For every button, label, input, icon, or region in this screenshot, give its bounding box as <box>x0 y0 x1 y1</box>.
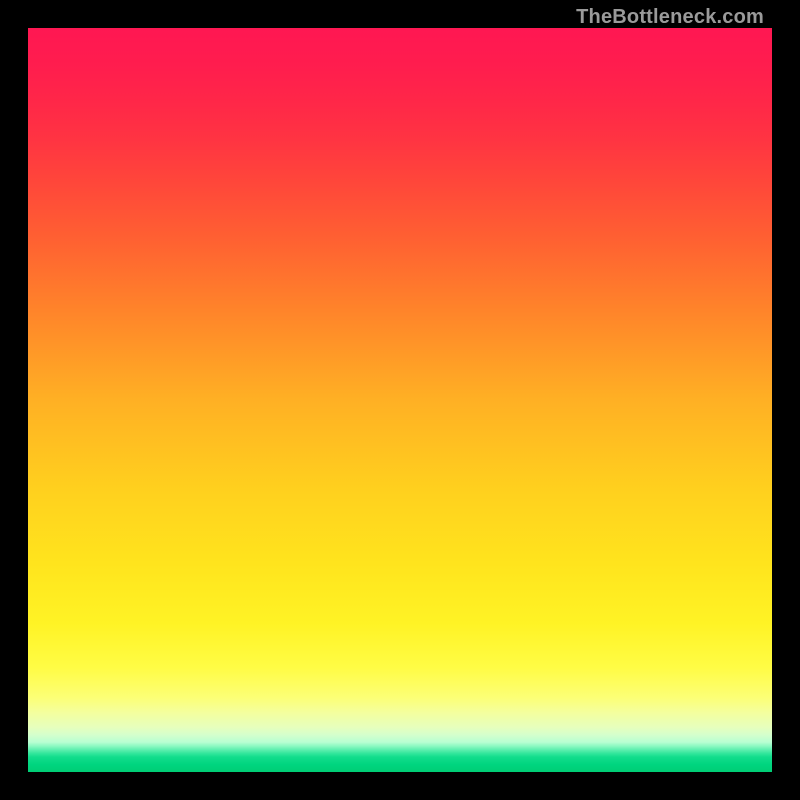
attribution-watermark: TheBottleneck.com <box>576 6 764 29</box>
plot-area <box>28 28 772 772</box>
rainbow-background <box>28 28 772 772</box>
figure-canvas: TheBottleneck.com <box>0 0 800 800</box>
